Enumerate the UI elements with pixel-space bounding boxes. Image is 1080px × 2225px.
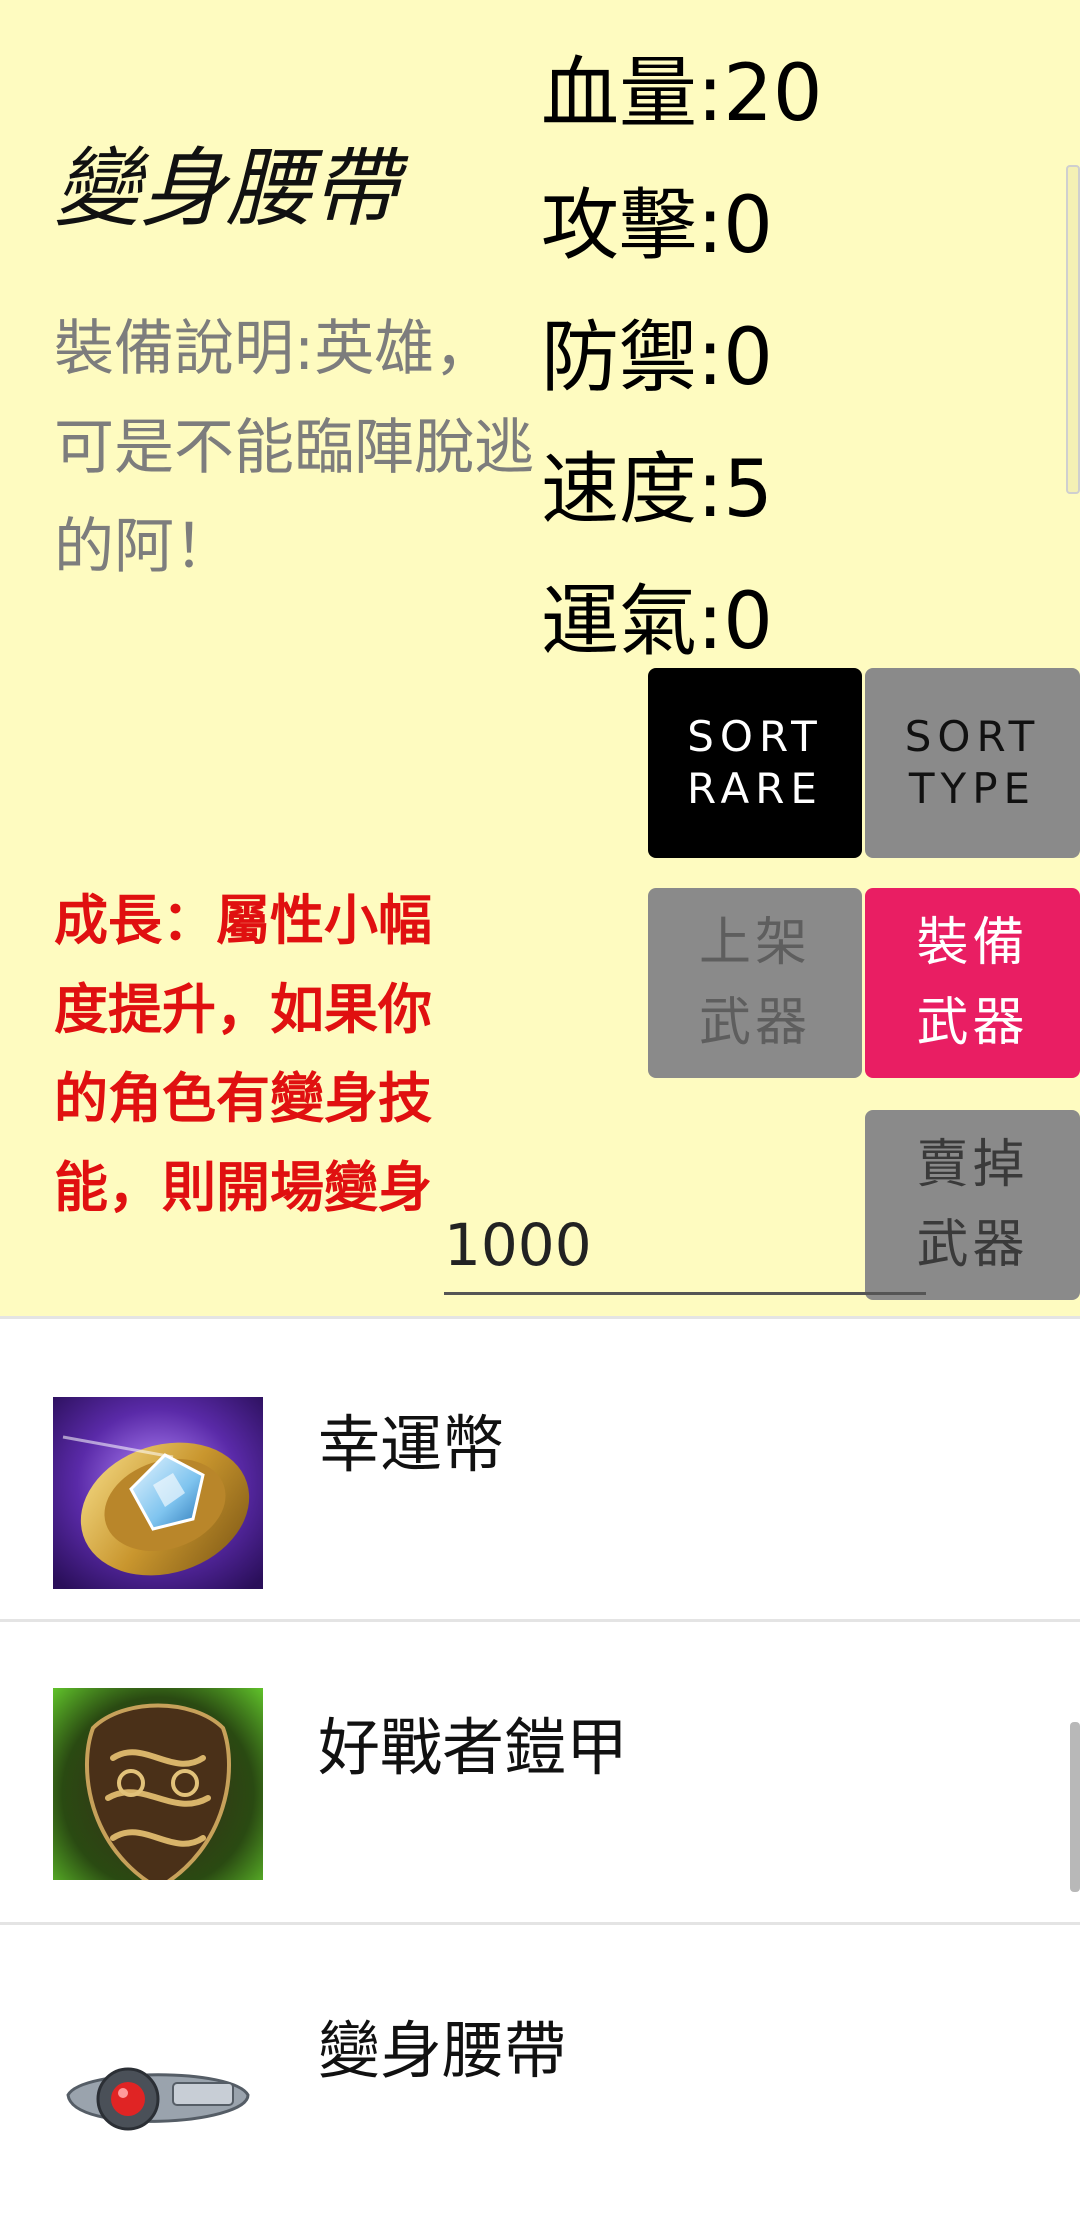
list-item[interactable]: 好戰者鎧甲	[0, 1619, 1080, 1922]
detail-scrollbar[interactable]	[1066, 165, 1080, 494]
stat-hp: 血量:20	[541, 49, 823, 139]
stat-attack: 攻擊:0	[541, 181, 773, 271]
sort-rare-button[interactable]: SORT RARE	[648, 668, 862, 858]
list-item-name: 變身腰帶	[318, 2014, 567, 2087]
warmonger-armor-icon	[53, 1688, 263, 1880]
price-input[interactable]: 1000	[444, 1200, 926, 1295]
item-name-title: 變身腰帶	[54, 139, 398, 239]
stats-list: 血量:20 攻擊:0 防禦:0 速度:5 運氣:0	[541, 28, 823, 688]
list-weapon-button[interactable]: 上架 武器	[648, 888, 862, 1078]
list-item[interactable]: 幸運幣	[0, 1316, 1080, 1619]
item-description: 裝備說明:英雄，可是不能臨陣脫逃的阿！	[54, 314, 534, 582]
equip-weapon-button[interactable]: 裝備 武器	[865, 888, 1080, 1078]
list-item-name: 幸運幣	[318, 1408, 505, 1481]
item-detail-panel: 變身腰帶 裝備說明:英雄，可是不能臨陣脫逃的阿！ 血量:20 攻擊:0 防禦:0…	[0, 0, 1080, 1316]
lucky-coin-icon	[53, 1397, 263, 1589]
item-list: 幸運幣 好戰者鎧甲 變身腰帶	[0, 1316, 1080, 2225]
growth-description: 成長：屬性小幅度提升，如果你的角色有變身技能，則開場變身	[54, 889, 432, 1219]
list-scrollbar[interactable]	[1070, 1722, 1080, 1892]
stat-speed: 速度:5	[541, 445, 773, 535]
list-item-name: 好戰者鎧甲	[318, 1711, 629, 1784]
transform-belt-icon	[53, 2013, 263, 2205]
list-item[interactable]: 變身腰帶	[0, 1922, 1080, 2225]
sort-type-button[interactable]: SORT TYPE	[865, 668, 1080, 858]
stat-defense: 防禦:0	[541, 313, 773, 403]
